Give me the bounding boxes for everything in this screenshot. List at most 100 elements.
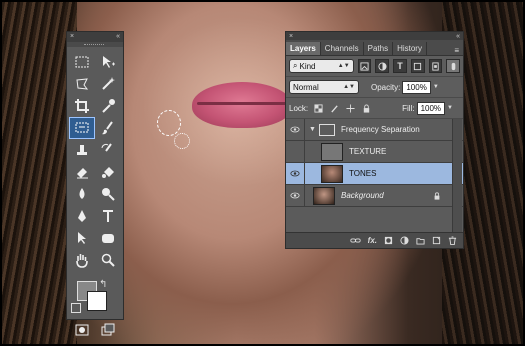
opacity-label: Opacity:: [371, 82, 401, 92]
visibility-eye-icon[interactable]: [286, 119, 305, 140]
filter-pixel-button[interactable]: [357, 59, 372, 73]
lock-row: Lock: Fill: 100% ▼: [286, 98, 463, 119]
eraser-tool[interactable]: [69, 161, 95, 183]
tools-collapse-button[interactable]: «: [116, 33, 120, 41]
panel-menu-icon[interactable]: ≡: [454, 46, 463, 55]
zoom-icon: [101, 253, 115, 267]
shape-tool[interactable]: [95, 227, 121, 249]
new-layer-icon[interactable]: [432, 236, 441, 245]
folder-icon: [318, 123, 335, 136]
tab-paths[interactable]: Paths: [364, 42, 394, 55]
pen-tool[interactable]: [69, 205, 95, 227]
visibility-eye-icon[interactable]: [286, 163, 305, 184]
history-brush-icon: [101, 143, 112, 152]
lock-icon: [433, 187, 441, 205]
brush-tool[interactable]: [95, 117, 121, 139]
tab-history[interactable]: History: [393, 42, 427, 55]
move-tool[interactable]: [95, 51, 121, 73]
tab-layers[interactable]: Layers: [286, 42, 321, 55]
tools-grip[interactable]: [67, 42, 123, 47]
mask-icon[interactable]: [384, 236, 393, 245]
brush-cursor-icon: [174, 133, 190, 149]
visibility-empty[interactable]: [286, 141, 305, 162]
chevron-down-icon: ▲▼: [343, 84, 355, 90]
layers-panel-titlebar: × «: [286, 32, 463, 40]
search-icon: ⌕: [293, 61, 298, 70]
layer-row-texture[interactable]: TEXTURE: [286, 141, 463, 163]
magic-wand-icon: [102, 77, 115, 90]
image-icon: [360, 61, 369, 71]
visibility-eye-icon[interactable]: [286, 185, 305, 206]
filter-type-button[interactable]: T: [393, 59, 407, 73]
filter-kind-label: Kind: [299, 61, 316, 71]
filter-kind-select[interactable]: ⌕ Kind ▲▼: [289, 59, 354, 73]
toggle-icon: [451, 62, 455, 70]
adjustment-icon: [378, 61, 387, 71]
opacity-dropdown-icon[interactable]: ▼: [433, 84, 439, 90]
patch-tool[interactable]: [69, 117, 95, 139]
path-selection-tool[interactable]: [69, 227, 95, 249]
layers-scrollbar[interactable]: [452, 119, 462, 235]
blend-mode-select[interactable]: Normal ▲▼: [289, 80, 359, 94]
fill-dropdown-icon[interactable]: ▼: [447, 105, 453, 111]
lock-position-icon[interactable]: [344, 102, 356, 114]
layer-row-group[interactable]: ▼ Frequency Separation: [286, 119, 463, 141]
layer-row-tones[interactable]: TONES: [286, 163, 463, 185]
filter-adjustment-button[interactable]: [375, 59, 390, 73]
layers-collapse-button[interactable]: «: [456, 33, 460, 40]
arrow-icon: [78, 232, 86, 244]
move-icon: [103, 56, 115, 68]
new-group-icon[interactable]: [416, 236, 425, 245]
filter-smart-object-button[interactable]: [428, 59, 443, 73]
tool-grid: [67, 47, 123, 275]
blend-mode-value: Normal: [293, 82, 319, 92]
crop-tool[interactable]: [69, 95, 95, 117]
pen-icon: [78, 210, 86, 222]
default-colors-icon[interactable]: [71, 303, 81, 313]
trash-icon[interactable]: [448, 236, 457, 245]
eraser-icon: [77, 168, 88, 179]
lock-transparent-pixels-icon[interactable]: [312, 102, 324, 114]
lasso-tool[interactable]: [69, 73, 95, 95]
layer-thumbnail: [321, 164, 343, 183]
lock-image-pixels-icon[interactable]: [328, 102, 340, 114]
opacity-input[interactable]: 100%: [402, 80, 431, 94]
smart-object-icon: [432, 61, 439, 71]
type-tool[interactable]: [95, 205, 121, 227]
layer-thumbnail: [313, 186, 335, 205]
magic-wand-tool[interactable]: [95, 73, 121, 95]
layer-name: Frequency Separation: [340, 125, 420, 134]
paint-bucket-tool[interactable]: [95, 161, 121, 183]
tools-close-button[interactable]: ×: [70, 33, 74, 41]
swap-colors-icon[interactable]: ↰: [99, 279, 107, 290]
dodge-tool[interactable]: [95, 183, 121, 205]
adjustment-layer-icon[interactable]: [400, 236, 409, 245]
marquee-tool[interactable]: [69, 51, 95, 73]
layer-row-background[interactable]: Background: [286, 185, 463, 207]
quick-mask-icon: [75, 324, 89, 336]
background-color-swatch[interactable]: [87, 291, 107, 311]
crop-icon: [75, 99, 89, 113]
clone-stamp-tool[interactable]: [69, 139, 95, 161]
zoom-tool[interactable]: [95, 249, 121, 271]
type-icon: [103, 210, 113, 222]
rounded-rect-icon: [102, 234, 114, 243]
layers-close-button[interactable]: ×: [289, 33, 293, 40]
fill-label: Fill:: [402, 103, 415, 113]
lock-all-icon[interactable]: [360, 102, 372, 114]
link-icon[interactable]: [350, 237, 361, 244]
expand-arrow-icon[interactable]: ▼: [309, 126, 316, 133]
quick-mask-button[interactable]: [69, 319, 95, 341]
history-brush-tool[interactable]: [95, 139, 121, 161]
filter-toggle-button[interactable]: [446, 59, 460, 73]
blur-tool[interactable]: [69, 183, 95, 205]
fx-icon[interactable]: fx.: [368, 236, 377, 245]
tab-channels[interactable]: Channels: [321, 42, 364, 55]
layers-panel: × « Layers Channels Paths History ≡ ⌕ Ki…: [285, 31, 464, 249]
filter-shape-button[interactable]: [410, 59, 425, 73]
hand-tool[interactable]: [69, 249, 95, 271]
eyedropper-tool[interactable]: [95, 95, 121, 117]
color-swatches: ↰: [67, 277, 123, 317]
fill-input[interactable]: 100%: [416, 101, 446, 115]
screen-mode-button[interactable]: [95, 319, 121, 341]
